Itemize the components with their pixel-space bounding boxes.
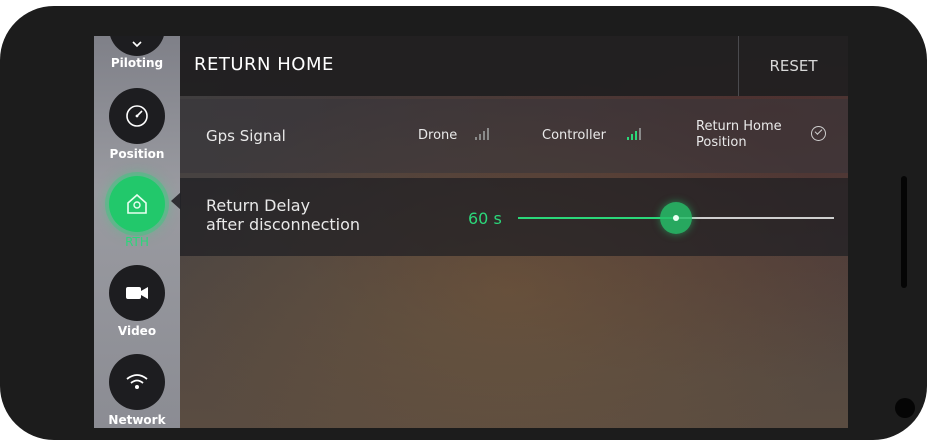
sidebar-item-network[interactable]: Network (94, 354, 180, 427)
sidebar-item-rth[interactable]: RTH (94, 176, 180, 249)
camera-icon (126, 287, 148, 299)
gauge-icon (126, 105, 148, 127)
network-circle (109, 354, 165, 410)
video-circle (109, 265, 165, 321)
sidebar-item-label: Video (117, 324, 157, 338)
reset-button[interactable]: RESET (739, 36, 848, 96)
rth-circle (109, 176, 165, 232)
phone-side-bar (901, 176, 907, 288)
controller-label: Controller (542, 128, 606, 143)
position-circle (109, 88, 165, 144)
sidebar-item-label: RTH (125, 235, 149, 249)
controller-signal-icon (627, 126, 641, 140)
sidebar: Piloting Position RTH Video Network (94, 36, 180, 428)
header-bar: RETURN HOME RESET (180, 36, 848, 96)
phone-frame: Piloting Position RTH Video Network RETU… (0, 6, 927, 440)
slider-fill (518, 217, 676, 219)
return-delay-label: Return Delay after disconnection (206, 196, 361, 234)
return-delay-slider[interactable] (518, 202, 834, 234)
sidebar-item-piloting[interactable]: Piloting (94, 36, 180, 76)
sidebar-item-label: Piloting (110, 56, 164, 70)
sidebar-item-video[interactable]: Video (94, 265, 180, 338)
gps-signal-label: Gps Signal (206, 127, 286, 145)
return-delay-value: 60 s (468, 209, 502, 228)
piloting-circle (109, 36, 165, 56)
sidebar-item-label: Network (108, 413, 166, 427)
chevron-down-icon (132, 41, 142, 48)
home-icon (127, 193, 147, 214)
app-screen: Piloting Position RTH Video Network RETU… (94, 36, 848, 428)
gps-signal-row: Gps Signal Drone Controller Return Home … (180, 99, 848, 173)
wifi-icon (126, 374, 148, 389)
sidebar-item-position[interactable]: Position (94, 88, 180, 161)
drone-label: Drone (418, 128, 458, 143)
drone-signal-icon (475, 126, 489, 140)
check-circle-icon (811, 126, 826, 141)
return-home-position-label: Return Home Position (696, 119, 782, 150)
page-title: RETURN HOME (194, 54, 334, 75)
slider-thumb[interactable] (660, 202, 692, 234)
phone-camera-dot (895, 398, 915, 418)
return-delay-row: Return Delay after disconnection 60 s (180, 178, 848, 256)
sidebar-item-label: Position (109, 147, 165, 161)
